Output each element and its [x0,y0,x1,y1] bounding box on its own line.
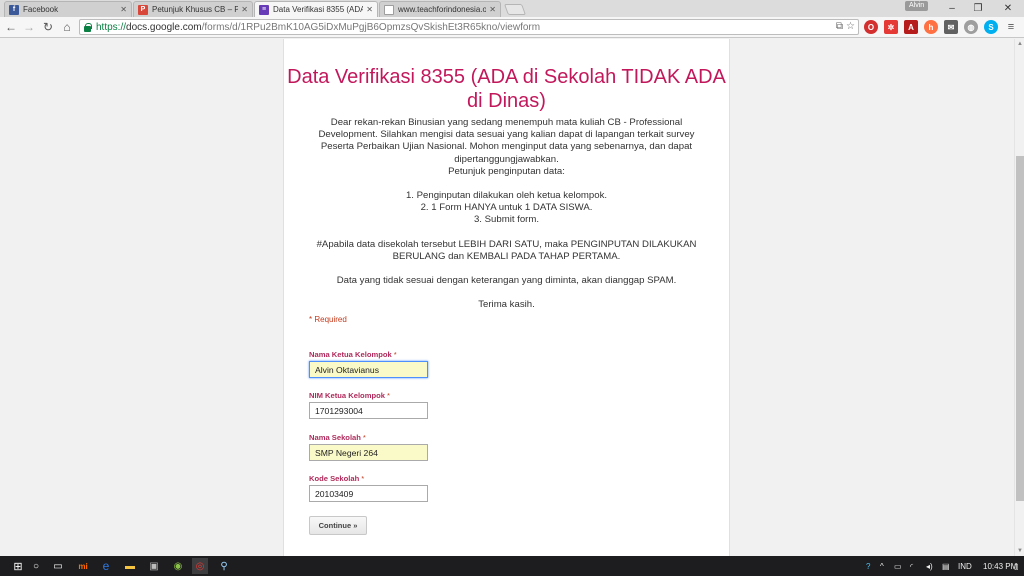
forward-button[interactable]: → [21,19,37,35]
tab-title: Data Verifikasi 8355 (ADA [273,5,364,14]
required-star: * [393,350,397,359]
required-star: * [361,474,365,483]
profile-button[interactable]: Alvin [905,1,929,11]
description-step-2: 2. 1 Form HANYA untuk 1 DATA SISWA. [420,202,593,214]
page-icon [384,4,394,15]
description-step-1: 1. Penginputan dilakukan oleh ketua kelo… [405,190,608,202]
description-spam-warning: Data yang tidak sesuai dengan keterangan… [336,275,677,287]
field-nama-sekolah: Nama Sekolah * [309,433,509,461]
file-explorer-icon[interactable]: ▬ [122,558,138,574]
kode-sekolah-input[interactable] [309,485,428,502]
nim-ketua-kelompok-input[interactable] [309,402,428,419]
bookmark-star-icon[interactable]: ☆ [846,21,855,32]
description-thanks: Terima kasih. [478,299,535,311]
description-note: #Apabila data disekolah tersebut LEBIH D… [316,238,697,262]
new-tab-button[interactable] [503,4,527,15]
windows-start-icon[interactable]: ⊞ [10,558,26,574]
document-icon: P [138,4,148,15]
battery-icon[interactable]: ▭ [894,559,902,573]
task-view-icon[interactable]: ▭ [50,558,66,574]
scroll-up-icon[interactable]: ▲ [1016,39,1024,49]
menu-icon[interactable]: ≡ [1004,20,1018,34]
windows-taskbar: ⊞ ○ ▭ mi e ▬ ▣ ◉ ◎ ⚲ ? ^ ▭ ◜ ◂) ▤ IND 10… [0,556,1024,576]
tray-chevron-icon[interactable]: ^ [880,559,884,573]
field-kode-sekolah: Kode Sekolah * [309,474,509,502]
form-card: Data Verifikasi 8355 (ADA di Sekolah TID… [283,39,730,556]
close-icon[interactable]: ✕ [120,5,127,14]
restore-button[interactable]: ❐ [966,0,990,17]
scroll-down-icon[interactable]: ▼ [1016,546,1024,556]
store-icon[interactable]: ▣ [146,558,162,574]
field-label: Nama Sekolah [309,433,361,442]
mi-app-icon[interactable]: mi [75,558,91,574]
pdf-extension-icon[interactable]: A [904,20,918,34]
address-bar[interactable]: https:// docs.google.com /forms/d/1RPu2B… [79,19,859,35]
tab-title: Facebook [23,5,59,14]
field-nim-ketua-kelompok: NIM Ketua Kelompok * [309,391,509,419]
nama-ketua-kelompok-input[interactable] [309,361,428,378]
notification-icon[interactable]: ▤ [942,559,950,573]
action-center-icon[interactable]: ▯ [1014,559,1018,573]
form-description: Dear rekan-rekan Binusian yang sedang me… [304,117,709,311]
field-label: NIM Ketua Kelompok [309,391,385,400]
edge-icon[interactable]: e [98,558,114,574]
tab-strip: f Facebook ✕ P Petunjuk Khusus CB – Prof… [0,0,1024,17]
tab-facebook[interactable]: f Facebook ✕ [4,1,132,17]
required-star: * [386,391,390,400]
url-host: docs.google.com [126,21,202,33]
browser-toolbar: ← → ↻ ⌂ https:// docs.google.com /forms/… [0,17,1024,38]
google-forms-icon: ≡ [259,4,269,15]
mail-icon[interactable]: ✉ [944,20,958,34]
honey-extension-icon[interactable]: h [924,20,938,34]
tab-title: Petunjuk Khusus CB – Prof [152,5,238,14]
field-label: Nama Ketua Kelompok [309,350,392,359]
nama-sekolah-input[interactable] [309,444,428,461]
translate-icon[interactable]: ⧉ [836,21,843,32]
chrome-icon[interactable]: ◎ [192,558,208,574]
network-app-icon[interactable]: ⚲ [216,558,232,574]
minimize-button[interactable]: – [940,0,964,17]
back-button[interactable]: ← [3,19,19,35]
description-instructions-heading: Petunjuk penginputan data: [448,165,565,177]
page-viewport: Data Verifikasi 8355 (ADA di Sekolah TID… [0,39,1014,556]
clock[interactable]: 10:43 PM [983,559,1017,573]
tab-title: www.teachforindonesia.or [398,5,487,14]
search-icon[interactable]: ○ [28,558,44,574]
gear-extension-icon[interactable]: ✲ [884,20,898,34]
description-intro: Dear rekan-rekan Binusian yang sedang me… [318,117,695,165]
field-label: Kode Sekolah [309,474,360,483]
globe-icon[interactable]: ◍ [964,20,978,34]
opera-extension-icon[interactable]: O [864,20,878,34]
utorrent-icon[interactable]: ◉ [170,558,186,574]
volume-icon[interactable]: ◂) [926,559,933,573]
required-note: * Required [309,315,347,324]
continue-button[interactable]: Continue » [309,516,367,535]
close-icon[interactable]: ✕ [241,5,248,14]
home-button[interactable]: ⌂ [59,19,75,35]
help-icon[interactable]: ? [866,559,870,573]
facebook-icon: f [9,4,19,15]
scroll-thumb[interactable] [1016,156,1024,501]
skype-icon[interactable]: S [984,20,998,34]
close-icon[interactable]: ✕ [366,5,373,14]
required-star: * [362,433,366,442]
url-path: /forms/d/1RPu2BmK10AG5iDxMuPgjB6OpmzsQvS… [201,21,541,33]
page-scrollbar[interactable]: ▲ ▼ [1014,39,1024,556]
form-title: Data Verifikasi 8355 (ADA di Sekolah TID… [287,66,726,112]
lock-icon [83,22,92,32]
tab-petunjuk[interactable]: P Petunjuk Khusus CB – Prof ✕ [133,1,253,17]
url-scheme: https:// [96,21,127,33]
close-window-button[interactable]: ✕ [996,0,1020,17]
reload-button[interactable]: ↻ [40,19,56,35]
wifi-icon[interactable]: ◜ [910,559,913,573]
field-nama-ketua-kelompok: Nama Ketua Kelompok * [309,350,509,378]
language-indicator[interactable]: IND [958,559,972,573]
tab-data-verifikasi[interactable]: ≡ Data Verifikasi 8355 (ADA ✕ [254,1,378,17]
tab-teachforindonesia[interactable]: www.teachforindonesia.or ✕ [379,1,501,17]
description-step-3: 3. Submit form. [473,214,540,226]
close-icon[interactable]: ✕ [489,5,496,14]
